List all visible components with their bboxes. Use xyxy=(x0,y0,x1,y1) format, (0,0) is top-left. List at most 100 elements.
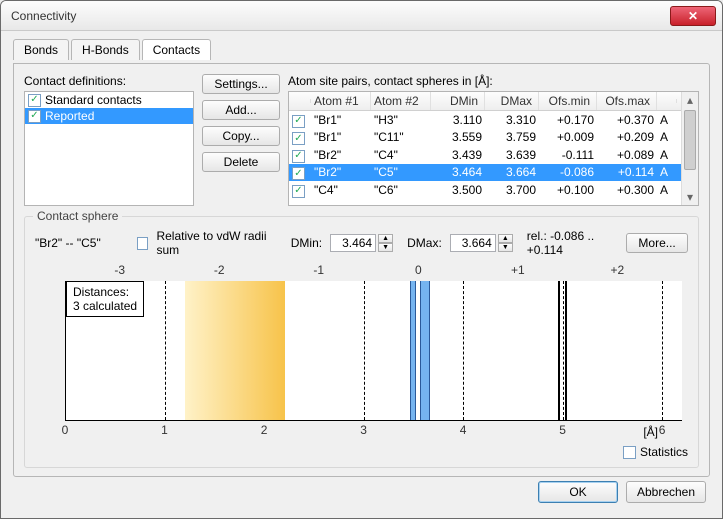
cell-ofsmin: -0.086 xyxy=(539,164,597,180)
col-flag[interactable] xyxy=(657,99,677,103)
dmax-field: ▲▼ xyxy=(450,234,513,252)
chevron-up-icon[interactable]: ▲ xyxy=(498,234,513,243)
bottom-tick: 2 xyxy=(261,423,268,437)
cell-atom2: "C11" xyxy=(371,129,431,145)
definition-item[interactable]: Standard contacts xyxy=(25,92,193,108)
content: Bonds H-Bonds Contacts Contact definitio… xyxy=(1,31,722,518)
statistics-checkbox[interactable] xyxy=(623,446,636,459)
pairs-grid-head: Atom #1 Atom #2 DMin DMax Ofs.min Ofs.ma… xyxy=(289,92,681,111)
chart-plot-area: Distances: 3 calculated xyxy=(65,281,682,421)
dmin-field: ▲▼ xyxy=(330,234,393,252)
cell-atom2: "C4" xyxy=(371,147,431,163)
cell-ofsmax: +0.370 xyxy=(597,112,657,128)
bottom-axis: 0123456 xyxy=(65,423,682,439)
cell-ofsmin: +0.009 xyxy=(539,129,597,145)
cell-dmax: 3.700 xyxy=(485,182,539,198)
tab-hbonds[interactable]: H-Bonds xyxy=(71,39,140,60)
row-checkbox[interactable] xyxy=(292,132,305,145)
col-atom2[interactable]: Atom #2 xyxy=(371,92,431,110)
row-checkbox[interactable] xyxy=(292,167,305,180)
tab-contacts[interactable]: Contacts xyxy=(142,39,211,60)
statistics-row: Statistics xyxy=(35,445,688,459)
close-icon: ✕ xyxy=(688,9,698,23)
top-tick: -2 xyxy=(214,263,225,277)
contact-band xyxy=(410,281,416,420)
cell-dmax: 3.759 xyxy=(485,129,539,145)
distance-line xyxy=(558,281,560,420)
dmax-input[interactable] xyxy=(450,234,496,252)
settings-button[interactable]: Settings... xyxy=(202,74,280,94)
pairs-scrollbar[interactable]: ▴ ▾ xyxy=(681,92,698,205)
table-row[interactable]: "Br1""H3"3.1103.310+0.170+0.370A xyxy=(289,111,681,129)
cell-flag: A xyxy=(657,147,677,163)
definitions-list[interactable]: Standard contactsReported xyxy=(24,91,194,206)
definition-item[interactable]: Reported xyxy=(25,108,193,124)
bottom-tick: 5 xyxy=(559,423,566,437)
ok-button[interactable]: OK xyxy=(538,481,618,503)
bottom-tick: 0 xyxy=(62,423,69,437)
pairs-label: Atom site pairs, contact spheres in [Å]: xyxy=(288,74,699,88)
window-title: Connectivity xyxy=(11,9,670,23)
window: Connectivity ✕ Bonds H-Bonds Contacts Co… xyxy=(0,0,723,519)
cell-flag: A xyxy=(657,112,677,128)
col-dmax[interactable]: DMax xyxy=(485,92,539,110)
contact-sphere-legend: Contact sphere xyxy=(33,209,122,223)
definitions-label: Contact definitions: xyxy=(24,74,194,88)
cell-dmin: 3.559 xyxy=(431,129,485,145)
bottom-tick: 1 xyxy=(161,423,168,437)
copy-button[interactable]: Copy... xyxy=(202,126,280,146)
definition-checkbox[interactable] xyxy=(28,94,41,107)
col-ofsmin[interactable]: Ofs.min xyxy=(539,92,597,110)
cell-ofsmin: +0.170 xyxy=(539,112,597,128)
row-checkbox[interactable] xyxy=(292,185,305,198)
scroll-down-icon[interactable]: ▾ xyxy=(682,189,698,205)
table-row[interactable]: "Br1""C11"3.5593.759+0.009+0.209A xyxy=(289,129,681,147)
scroll-up-icon[interactable]: ▴ xyxy=(682,92,698,108)
close-button[interactable]: ✕ xyxy=(670,6,716,26)
col-dmin[interactable]: DMin xyxy=(431,92,485,110)
pairs-grid[interactable]: Atom #1 Atom #2 DMin DMax Ofs.min Ofs.ma… xyxy=(289,92,681,205)
table-row[interactable]: "Br2""C5"3.4643.664-0.086+0.114A xyxy=(289,164,681,182)
pairs-grid-wrap: Atom #1 Atom #2 DMin DMax Ofs.min Ofs.ma… xyxy=(288,91,699,206)
tab-bonds[interactable]: Bonds xyxy=(13,39,69,60)
cell-atom2: "H3" xyxy=(371,112,431,128)
top-tick: -3 xyxy=(114,263,125,277)
scroll-thumb[interactable] xyxy=(684,110,696,170)
col-atom1[interactable]: Atom #1 xyxy=(311,92,371,110)
row-checkbox[interactable] xyxy=(292,150,305,163)
gridline xyxy=(165,281,166,420)
titlebar: Connectivity ✕ xyxy=(1,1,722,31)
chevron-down-icon[interactable]: ▼ xyxy=(378,243,393,252)
cancel-button[interactable]: Abbrechen xyxy=(626,481,706,503)
add-button[interactable]: Add... xyxy=(202,100,280,120)
cell-flag: A xyxy=(657,182,677,198)
gridline xyxy=(563,281,564,420)
tabstrip: Bonds H-Bonds Contacts xyxy=(13,39,710,60)
gridline xyxy=(364,281,365,420)
cell-dmax: 3.639 xyxy=(485,147,539,163)
cell-ofsmax: +0.089 xyxy=(597,147,657,163)
axis-unit-label: [Å] xyxy=(643,425,658,439)
dmin-spinner[interactable]: ▲▼ xyxy=(378,234,393,252)
definition-checkbox[interactable] xyxy=(28,110,41,123)
table-row[interactable]: "C4""C6"3.5003.700+0.100+0.300A xyxy=(289,181,681,199)
chevron-up-icon[interactable]: ▲ xyxy=(378,234,393,243)
dmax-spinner[interactable]: ▲▼ xyxy=(498,234,513,252)
delete-button[interactable]: Delete xyxy=(202,152,280,172)
dialog-footer: OK Abbrechen xyxy=(13,481,710,505)
table-row[interactable]: "Br2""C4"3.4393.639-0.111+0.089A xyxy=(289,146,681,164)
col-ofsmax[interactable]: Ofs.max xyxy=(597,92,657,110)
gridline xyxy=(662,281,663,420)
pairs-column: Atom site pairs, contact spheres in [Å]:… xyxy=(288,74,699,206)
relative-checkbox[interactable] xyxy=(137,237,148,250)
row-checkbox[interactable] xyxy=(292,115,305,128)
cell-atom2: "C6" xyxy=(371,182,431,198)
cell-dmin: 3.464 xyxy=(431,164,485,180)
dmin-input[interactable] xyxy=(330,234,376,252)
gridline xyxy=(463,281,464,420)
col-check[interactable] xyxy=(289,99,311,103)
more-button[interactable]: More... xyxy=(626,233,688,253)
chevron-down-icon[interactable]: ▼ xyxy=(498,243,513,252)
definition-buttons: Settings... Add... Copy... Delete xyxy=(202,74,280,206)
cell-atom1: "C4" xyxy=(311,182,371,198)
